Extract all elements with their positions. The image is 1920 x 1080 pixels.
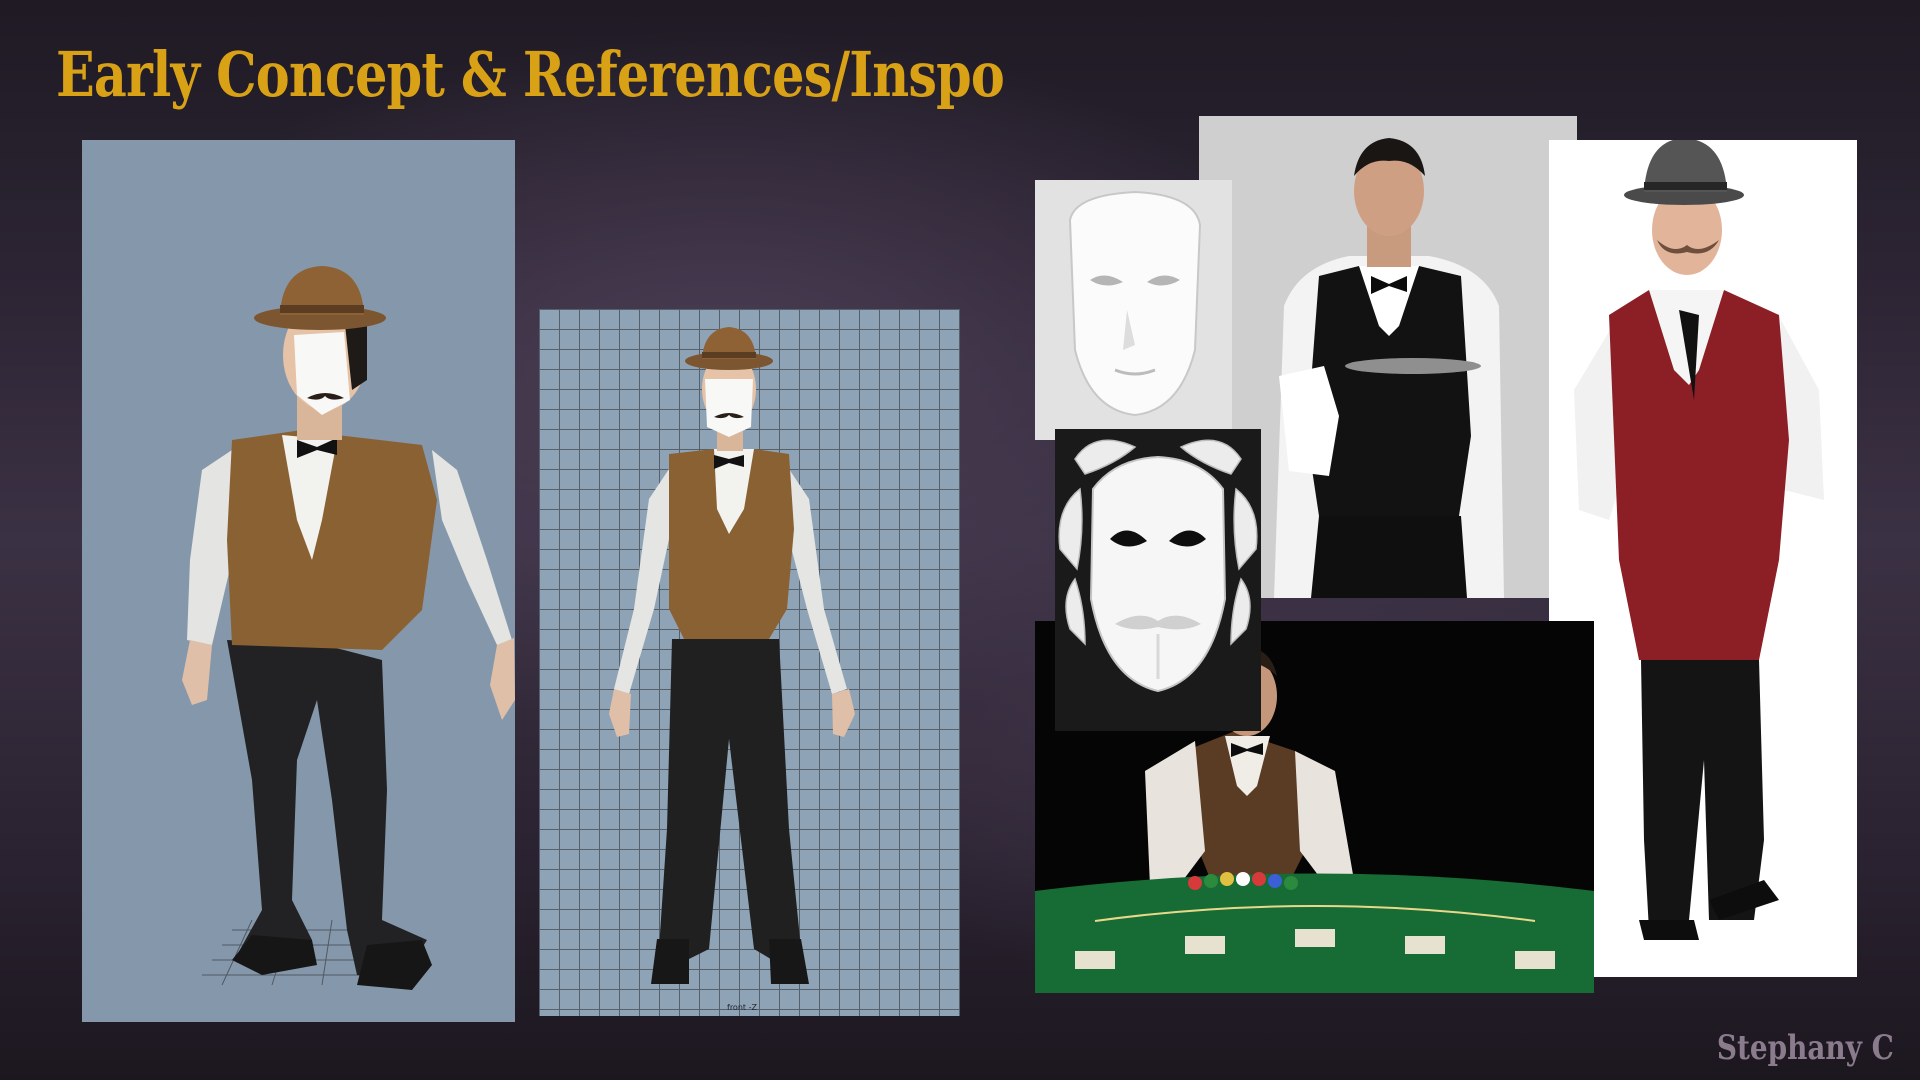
slide-title: Early Concept & References/Inspo (56, 38, 1005, 111)
render-perspective-view (82, 140, 515, 1022)
author-credit: Stephany C (1717, 1028, 1894, 1068)
viewport-label: front -Z (727, 1003, 757, 1012)
render-front-view: front -Z (539, 309, 960, 1016)
reference-photo-magician (1549, 140, 1857, 977)
reference-photo-plain-mask (1035, 180, 1232, 440)
reference-photo-ornate-mask (1055, 429, 1261, 731)
